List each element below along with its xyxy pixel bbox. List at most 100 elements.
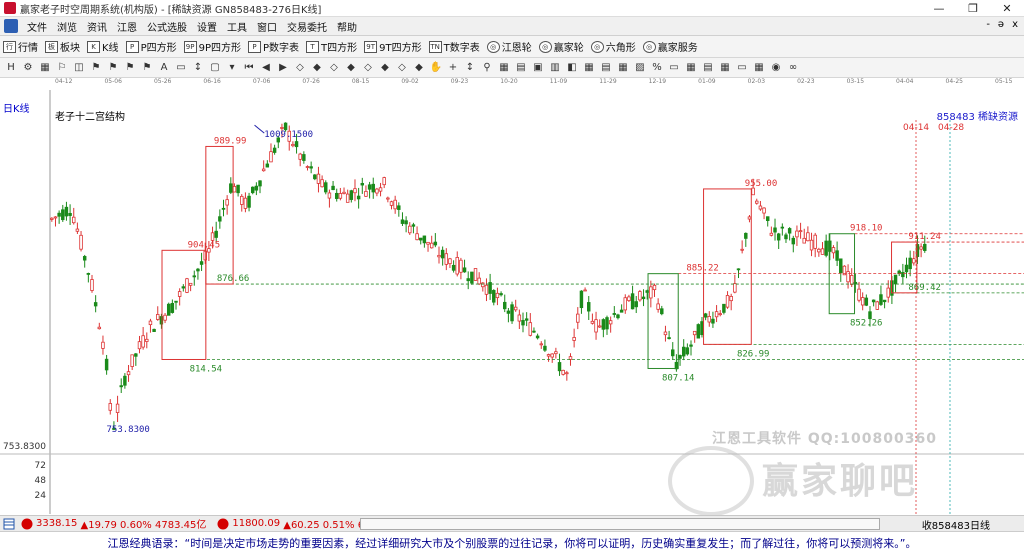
draw-tool-icon-18[interactable]: ◆: [309, 60, 325, 76]
draw-tool-icon-35[interactable]: ▤: [598, 60, 614, 76]
toolbar-button-8[interactable]: TN T数字表: [428, 39, 480, 54]
draw-tool-icon-29[interactable]: ▦: [496, 60, 512, 76]
draw-tool-icon-37[interactable]: ▨: [632, 60, 648, 76]
draw-tool-icon-24[interactable]: ◆: [411, 60, 427, 76]
draw-tool-icon-21[interactable]: ◇: [360, 60, 376, 76]
menu-file[interactable]: 文件: [22, 19, 52, 34]
candle-body: [119, 385, 123, 388]
sz-index-icon: [217, 518, 229, 529]
toolbar-button-5[interactable]: P P数字表: [248, 39, 299, 54]
sh-index-segment[interactable]: 3338.15 ▲19.79 0.60% 4783.45亿: [18, 516, 206, 531]
kline-chart[interactable]: 753.8300 72 48 24 989.99 904.45 876.66 814.54 95…: [0, 90, 1024, 533]
menu-info[interactable]: 资讯: [82, 19, 112, 34]
toolbar-button-6[interactable]: T T四方形: [306, 39, 357, 54]
toolbar-button-9[interactable]: ◎ 江恩轮: [486, 39, 532, 54]
draw-tool-icon-39[interactable]: ▭: [666, 60, 682, 76]
draw-tool-icon-11[interactable]: ↕: [190, 60, 206, 76]
candle-body: [196, 268, 200, 272]
draw-tool-icon-32[interactable]: ▥: [547, 60, 563, 76]
candle-body: [641, 296, 646, 300]
draw-tool-icon-36[interactable]: ▦: [615, 60, 631, 76]
candle-body: [316, 173, 321, 184]
menu-gann[interactable]: 江恩: [112, 19, 142, 34]
draw-tool-icon-8[interactable]: ⚑: [139, 60, 155, 76]
candle-body: [787, 228, 792, 234]
menu-tools[interactable]: 工具: [222, 19, 252, 34]
draw-tool-icon-5[interactable]: ⚑: [88, 60, 104, 76]
toolbar-button-11[interactable]: ◎ 六角形: [590, 39, 636, 54]
draw-tool-icon-20[interactable]: ◆: [343, 60, 359, 76]
menu-trade[interactable]: 交易委托: [282, 19, 332, 34]
draw-tool-icon-15[interactable]: ◀: [258, 60, 274, 76]
candle-body: [459, 259, 463, 273]
draw-tool-icon-9[interactable]: A: [156, 60, 172, 76]
draw-tool-icon-4[interactable]: ◫: [71, 60, 87, 76]
draw-tool-icon-27[interactable]: ↕: [462, 60, 478, 76]
candle-body: [123, 375, 127, 386]
draw-tool-icon-25[interactable]: ✋: [428, 60, 444, 76]
draw-tool-icon-33[interactable]: ◧: [564, 60, 580, 76]
draw-tool-icon-23[interactable]: ◇: [394, 60, 410, 76]
draw-tool-icon-28[interactable]: ⚲: [479, 60, 495, 76]
draw-tool-icon-7[interactable]: ⚑: [122, 60, 138, 76]
menu-help[interactable]: 帮助: [332, 19, 362, 34]
candle-body: [466, 278, 470, 282]
date-tick-3: 06-16: [203, 78, 221, 85]
draw-tool-icon-2[interactable]: ▦: [37, 60, 53, 76]
candle-body: [104, 358, 109, 371]
candle-body: [437, 254, 441, 258]
draw-tool-icon-40[interactable]: ▦: [683, 60, 699, 76]
toolbar-button-3[interactable]: P P四方形: [125, 39, 177, 54]
draw-tool-icon-14[interactable]: ⏮: [241, 60, 257, 76]
mdi-restore-button[interactable]: ə: [998, 19, 1004, 30]
draw-tool-icon-30[interactable]: ▤: [513, 60, 529, 76]
draw-tool-icon-46[interactable]: ∞: [785, 60, 801, 76]
draw-tool-icon-44[interactable]: ▦: [751, 60, 767, 76]
menu-window[interactable]: 窗口: [252, 19, 282, 34]
draw-tool-icon-45[interactable]: ◉: [768, 60, 784, 76]
candle-body: [831, 247, 836, 254]
kline-svg[interactable]: 753.8300 72 48 24 989.99 904.45 876.66 814.54 95…: [0, 90, 1024, 533]
draw-tool-icon-34[interactable]: ▦: [581, 60, 597, 76]
toolbar-button-12[interactable]: ◎ 赢家服务: [642, 39, 698, 54]
horizontal-scrollbar[interactable]: [360, 518, 880, 530]
draw-tool-icon-38[interactable]: %: [649, 60, 665, 76]
draw-tool-icon-10[interactable]: ▭: [173, 60, 189, 76]
grid-icon[interactable]: [3, 518, 15, 530]
toolbar-button-7[interactable]: 9T 9T四方形: [364, 39, 422, 54]
draw-tool-icon-16[interactable]: ▶: [275, 60, 291, 76]
box-label-3: 814.54: [190, 364, 223, 374]
menu-settings[interactable]: 设置: [192, 19, 222, 34]
draw-tool-icon-6[interactable]: ⚑: [105, 60, 121, 76]
draw-tool-icon-0[interactable]: H: [3, 60, 19, 76]
mdi-minimize-button[interactable]: -: [986, 19, 990, 30]
draw-tool-icon-13[interactable]: ▾: [224, 60, 240, 76]
toolbar-button-2[interactable]: K K线: [87, 39, 119, 54]
close-button[interactable]: ✕: [990, 0, 1024, 17]
candle-body: [893, 274, 898, 285]
draw-tool-icon-22[interactable]: ◆: [377, 60, 393, 76]
minimize-button[interactable]: —: [922, 0, 956, 17]
candle-body: [919, 246, 923, 250]
toolbar-button-10[interactable]: ◎ 赢家轮: [538, 39, 584, 54]
draw-tool-icon-41[interactable]: ▤: [700, 60, 716, 76]
menu-browse[interactable]: 浏览: [52, 19, 82, 34]
candle-body: [773, 227, 777, 233]
toolbar-button-1[interactable]: 板板块: [45, 39, 80, 54]
high-marker-label: 1009.1500: [264, 130, 313, 140]
toolbar-button-0[interactable]: 行行情: [3, 39, 38, 54]
draw-tool-icon-1[interactable]: ⚙: [20, 60, 36, 76]
restore-button[interactable]: ❐: [956, 0, 990, 17]
draw-tool-icon-42[interactable]: ▦: [717, 60, 733, 76]
mdi-close-button[interactable]: x: [1012, 19, 1018, 30]
draw-tool-icon-19[interactable]: ◇: [326, 60, 342, 76]
draw-tool-icon-26[interactable]: +: [445, 60, 461, 76]
draw-tool-icon-31[interactable]: ▣: [530, 60, 546, 76]
menu-formula[interactable]: 公式选股: [142, 19, 192, 34]
draw-tool-icon-43[interactable]: ▭: [734, 60, 750, 76]
toolbar-button-4[interactable]: 9P 9P四方形: [183, 39, 241, 54]
candle-body: [722, 303, 726, 313]
draw-tool-icon-12[interactable]: ▢: [207, 60, 223, 76]
draw-tool-icon-3[interactable]: ⚐: [54, 60, 70, 76]
draw-tool-icon-17[interactable]: ◇: [292, 60, 308, 76]
